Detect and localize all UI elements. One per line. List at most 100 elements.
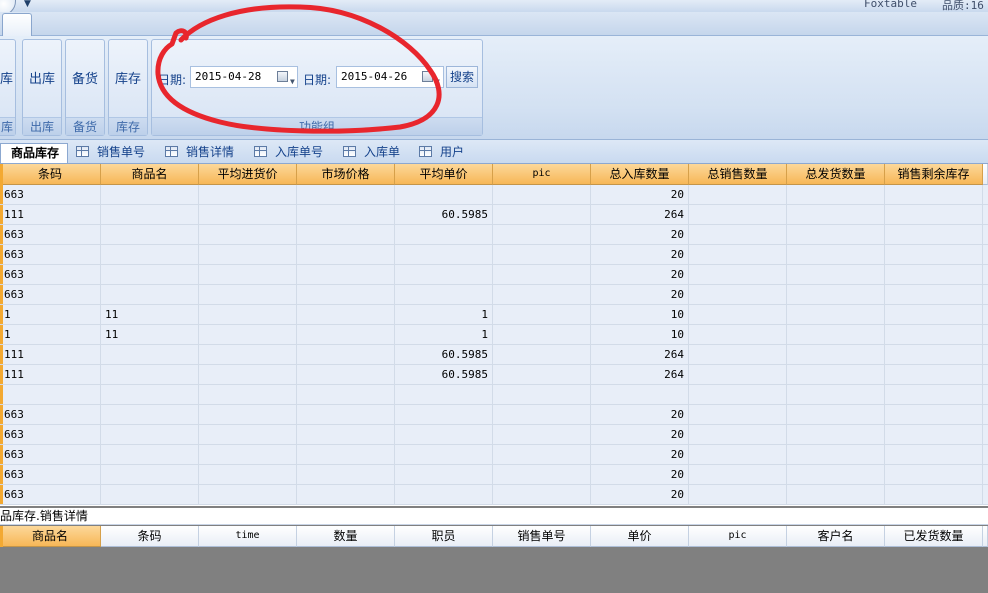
table-cell[interactable] [787, 445, 885, 465]
column-header[interactable]: 条码 [0, 164, 101, 185]
table-cell[interactable] [885, 205, 983, 225]
table-cell[interactable] [493, 325, 591, 345]
table-cell[interactable] [493, 365, 591, 385]
table-cell[interactable]: 663 [0, 425, 101, 445]
table-row[interactable]: 663 20 [0, 265, 988, 285]
table-cell[interactable] [297, 445, 395, 465]
table-cell[interactable] [395, 445, 493, 465]
column-header[interactable]: 总入库数量 [591, 164, 689, 185]
table-cell[interactable] [787, 385, 885, 405]
table-cell[interactable]: 663 [0, 465, 101, 485]
table-cell[interactable] [689, 325, 787, 345]
table-cell[interactable] [297, 265, 395, 285]
table-cell[interactable] [787, 365, 885, 385]
table-cell[interactable] [395, 465, 493, 485]
table-row[interactable]: 111 60.5985 264 [0, 205, 988, 225]
table-cell[interactable] [395, 185, 493, 205]
table-row[interactable]: 111 60.5985 264 [0, 365, 988, 385]
table-cell[interactable] [689, 205, 787, 225]
table-cell[interactable] [787, 465, 885, 485]
table-cell[interactable] [395, 385, 493, 405]
table-cell[interactable]: 20 [591, 265, 689, 285]
table-cell[interactable] [395, 285, 493, 305]
table-cell[interactable] [101, 225, 199, 245]
table-cell[interactable] [689, 305, 787, 325]
table-cell[interactable] [297, 305, 395, 325]
table-cell[interactable] [885, 285, 983, 305]
tab-users[interactable]: 用户 [419, 143, 464, 163]
table-cell[interactable] [787, 425, 885, 445]
chevron-down-icon[interactable]: ▼ [435, 72, 440, 92]
table-cell[interactable] [885, 365, 983, 385]
table-cell[interactable] [199, 225, 297, 245]
column-header[interactable]: pic [493, 164, 591, 185]
table-cell[interactable]: 663 [0, 245, 101, 265]
table-cell[interactable] [297, 365, 395, 385]
table-row[interactable]: 1 11 1 10 [0, 325, 988, 345]
table-row[interactable]: 663 20 [0, 405, 988, 425]
table-cell[interactable] [689, 385, 787, 405]
column-header[interactable]: 数量 [297, 526, 395, 547]
date2-input[interactable]: 2015-04-26 ▼ [336, 66, 444, 88]
table-cell[interactable] [199, 185, 297, 205]
table-cell[interactable]: 20 [591, 425, 689, 445]
table-cell[interactable]: 20 [591, 445, 689, 465]
table-cell[interactable]: 663 [0, 225, 101, 245]
table-cell[interactable]: 1 [0, 305, 101, 325]
tab-inbound-orders[interactable]: 入库单号 [254, 143, 323, 163]
table-cell[interactable] [199, 305, 297, 325]
inbound-button[interactable]: 库 [0, 68, 15, 87]
table-cell[interactable]: 111 [0, 205, 101, 225]
table-cell[interactable] [689, 345, 787, 365]
table-cell[interactable] [199, 465, 297, 485]
table-cell[interactable] [101, 265, 199, 285]
table-cell[interactable] [689, 285, 787, 305]
table-cell[interactable]: 1 [0, 325, 101, 345]
table-row[interactable]: 663 20 [0, 445, 988, 465]
table-cell[interactable] [199, 245, 297, 265]
table-cell[interactable] [101, 245, 199, 265]
column-header[interactable]: 市场价格 [297, 164, 395, 185]
table-cell[interactable] [297, 465, 395, 485]
tab-inbound-slip[interactable]: 入库单 [343, 143, 400, 163]
table-cell[interactable] [493, 305, 591, 325]
table-cell[interactable] [885, 345, 983, 365]
table-cell[interactable] [101, 425, 199, 445]
table-cell[interactable]: 20 [591, 405, 689, 425]
table-cell[interactable] [297, 405, 395, 425]
tab-sales-details[interactable]: 销售详情 [165, 143, 234, 163]
table-cell[interactable] [493, 465, 591, 485]
table-cell[interactable] [199, 285, 297, 305]
table-cell[interactable] [885, 185, 983, 205]
table-row[interactable]: 111 60.5985 264 [0, 345, 988, 365]
table-cell[interactable] [689, 485, 787, 505]
table-cell[interactable] [101, 345, 199, 365]
table-cell[interactable] [689, 465, 787, 485]
chevron-down-icon[interactable]: ▼ [290, 72, 295, 92]
table-cell[interactable] [885, 425, 983, 445]
calendar-icon[interactable] [277, 71, 288, 82]
table-cell[interactable] [689, 245, 787, 265]
table-cell[interactable] [787, 245, 885, 265]
table-cell[interactable] [199, 325, 297, 345]
column-header[interactable]: 销售单号 [493, 526, 591, 547]
table-cell[interactable]: 20 [591, 245, 689, 265]
table-cell[interactable] [787, 185, 885, 205]
outbound-button[interactable]: 出库 [23, 68, 61, 87]
table-cell[interactable] [885, 265, 983, 285]
table-row[interactable]: 663 20 [0, 245, 988, 265]
table-cell[interactable] [101, 285, 199, 305]
table-cell[interactable] [885, 385, 983, 405]
table-cell[interactable]: 20 [591, 285, 689, 305]
table-cell[interactable] [787, 345, 885, 365]
table-row[interactable]: 663 20 [0, 465, 988, 485]
table-cell[interactable] [787, 225, 885, 245]
table-cell[interactable] [297, 245, 395, 265]
column-header[interactable]: time [199, 526, 297, 547]
ribbon-tab-home[interactable] [2, 13, 32, 37]
table-cell[interactable]: 60.5985 [395, 345, 493, 365]
table-cell[interactable] [885, 445, 983, 465]
table-cell[interactable] [101, 385, 199, 405]
table-cell[interactable] [199, 445, 297, 465]
table-row[interactable]: 663 20 [0, 425, 988, 445]
